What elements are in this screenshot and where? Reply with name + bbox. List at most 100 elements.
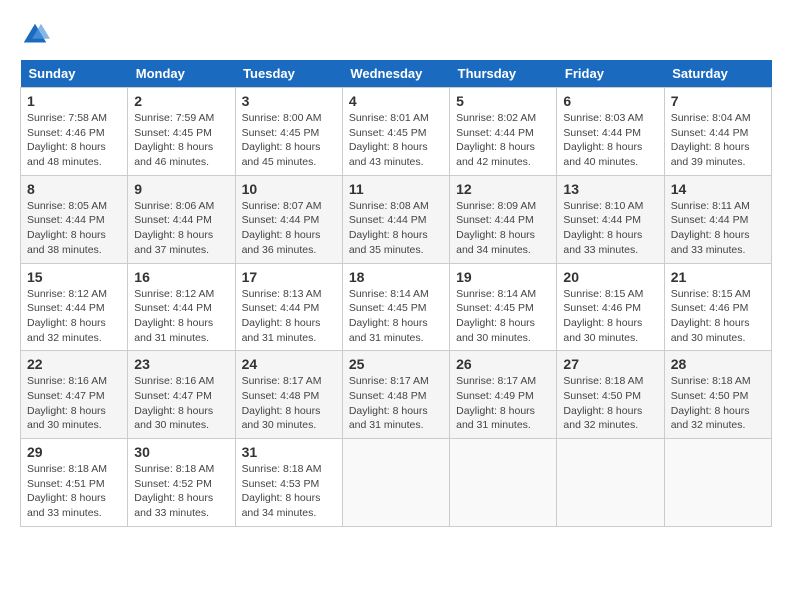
day-info: Sunrise: 8:04 AM Sunset: 4:44 PM Dayligh… <box>671 111 765 170</box>
calendar-cell: 29 Sunrise: 8:18 AM Sunset: 4:51 PM Dayl… <box>21 439 128 527</box>
day-info: Sunrise: 8:17 AM Sunset: 4:48 PM Dayligh… <box>242 374 336 433</box>
calendar-cell: 17 Sunrise: 8:13 AM Sunset: 4:44 PM Dayl… <box>235 263 342 351</box>
logo-icon <box>20 20 50 50</box>
calendar-cell: 7 Sunrise: 8:04 AM Sunset: 4:44 PM Dayli… <box>664 88 771 176</box>
day-number: 9 <box>134 181 228 197</box>
day-info: Sunrise: 8:16 AM Sunset: 4:47 PM Dayligh… <box>27 374 121 433</box>
day-info: Sunrise: 8:11 AM Sunset: 4:44 PM Dayligh… <box>671 199 765 258</box>
day-number: 20 <box>563 269 657 285</box>
calendar-cell: 2 Sunrise: 7:59 AM Sunset: 4:45 PM Dayli… <box>128 88 235 176</box>
day-info: Sunrise: 8:17 AM Sunset: 4:48 PM Dayligh… <box>349 374 443 433</box>
day-number: 16 <box>134 269 228 285</box>
day-info: Sunrise: 8:09 AM Sunset: 4:44 PM Dayligh… <box>456 199 550 258</box>
weekday-header-thursday: Thursday <box>450 60 557 88</box>
day-info: Sunrise: 8:12 AM Sunset: 4:44 PM Dayligh… <box>27 287 121 346</box>
day-info: Sunrise: 8:18 AM Sunset: 4:51 PM Dayligh… <box>27 462 121 521</box>
day-number: 21 <box>671 269 765 285</box>
calendar-cell: 28 Sunrise: 8:18 AM Sunset: 4:50 PM Dayl… <box>664 351 771 439</box>
calendar-cell <box>450 439 557 527</box>
day-number: 27 <box>563 356 657 372</box>
calendar-cell: 23 Sunrise: 8:16 AM Sunset: 4:47 PM Dayl… <box>128 351 235 439</box>
weekday-header-friday: Friday <box>557 60 664 88</box>
day-info: Sunrise: 8:07 AM Sunset: 4:44 PM Dayligh… <box>242 199 336 258</box>
day-number: 13 <box>563 181 657 197</box>
day-info: Sunrise: 8:18 AM Sunset: 4:53 PM Dayligh… <box>242 462 336 521</box>
calendar-cell: 13 Sunrise: 8:10 AM Sunset: 4:44 PM Dayl… <box>557 175 664 263</box>
day-number: 12 <box>456 181 550 197</box>
day-number: 4 <box>349 93 443 109</box>
day-info: Sunrise: 8:16 AM Sunset: 4:47 PM Dayligh… <box>134 374 228 433</box>
day-number: 7 <box>671 93 765 109</box>
logo <box>20 20 54 50</box>
day-number: 10 <box>242 181 336 197</box>
calendar-cell: 6 Sunrise: 8:03 AM Sunset: 4:44 PM Dayli… <box>557 88 664 176</box>
day-info: Sunrise: 8:18 AM Sunset: 4:50 PM Dayligh… <box>563 374 657 433</box>
calendar-cell: 12 Sunrise: 8:09 AM Sunset: 4:44 PM Dayl… <box>450 175 557 263</box>
calendar-cell: 30 Sunrise: 8:18 AM Sunset: 4:52 PM Dayl… <box>128 439 235 527</box>
calendar-cell: 10 Sunrise: 8:07 AM Sunset: 4:44 PM Dayl… <box>235 175 342 263</box>
calendar-cell: 4 Sunrise: 8:01 AM Sunset: 4:45 PM Dayli… <box>342 88 449 176</box>
day-number: 2 <box>134 93 228 109</box>
day-number: 23 <box>134 356 228 372</box>
weekday-header-sunday: Sunday <box>21 60 128 88</box>
calendar-cell: 9 Sunrise: 8:06 AM Sunset: 4:44 PM Dayli… <box>128 175 235 263</box>
day-number: 24 <box>242 356 336 372</box>
day-number: 29 <box>27 444 121 460</box>
day-number: 8 <box>27 181 121 197</box>
calendar-cell: 18 Sunrise: 8:14 AM Sunset: 4:45 PM Dayl… <box>342 263 449 351</box>
day-number: 15 <box>27 269 121 285</box>
weekday-header-wednesday: Wednesday <box>342 60 449 88</box>
day-info: Sunrise: 8:17 AM Sunset: 4:49 PM Dayligh… <box>456 374 550 433</box>
calendar-cell: 22 Sunrise: 8:16 AM Sunset: 4:47 PM Dayl… <box>21 351 128 439</box>
calendar-cell: 26 Sunrise: 8:17 AM Sunset: 4:49 PM Dayl… <box>450 351 557 439</box>
day-info: Sunrise: 8:06 AM Sunset: 4:44 PM Dayligh… <box>134 199 228 258</box>
calendar-cell: 16 Sunrise: 8:12 AM Sunset: 4:44 PM Dayl… <box>128 263 235 351</box>
day-info: Sunrise: 8:13 AM Sunset: 4:44 PM Dayligh… <box>242 287 336 346</box>
weekday-header-saturday: Saturday <box>664 60 771 88</box>
calendar-cell: 8 Sunrise: 8:05 AM Sunset: 4:44 PM Dayli… <box>21 175 128 263</box>
day-info: Sunrise: 8:05 AM Sunset: 4:44 PM Dayligh… <box>27 199 121 258</box>
calendar-cell: 15 Sunrise: 8:12 AM Sunset: 4:44 PM Dayl… <box>21 263 128 351</box>
day-info: Sunrise: 8:18 AM Sunset: 4:50 PM Dayligh… <box>671 374 765 433</box>
day-number: 31 <box>242 444 336 460</box>
day-info: Sunrise: 8:14 AM Sunset: 4:45 PM Dayligh… <box>349 287 443 346</box>
day-info: Sunrise: 8:15 AM Sunset: 4:46 PM Dayligh… <box>563 287 657 346</box>
day-info: Sunrise: 8:03 AM Sunset: 4:44 PM Dayligh… <box>563 111 657 170</box>
day-number: 1 <box>27 93 121 109</box>
day-number: 17 <box>242 269 336 285</box>
calendar-cell <box>664 439 771 527</box>
calendar-cell <box>557 439 664 527</box>
calendar-cell: 27 Sunrise: 8:18 AM Sunset: 4:50 PM Dayl… <box>557 351 664 439</box>
day-info: Sunrise: 8:01 AM Sunset: 4:45 PM Dayligh… <box>349 111 443 170</box>
calendar-cell: 24 Sunrise: 8:17 AM Sunset: 4:48 PM Dayl… <box>235 351 342 439</box>
day-info: Sunrise: 7:58 AM Sunset: 4:46 PM Dayligh… <box>27 111 121 170</box>
day-number: 22 <box>27 356 121 372</box>
calendar-cell: 3 Sunrise: 8:00 AM Sunset: 4:45 PM Dayli… <box>235 88 342 176</box>
day-number: 26 <box>456 356 550 372</box>
day-number: 5 <box>456 93 550 109</box>
day-info: Sunrise: 8:14 AM Sunset: 4:45 PM Dayligh… <box>456 287 550 346</box>
day-number: 19 <box>456 269 550 285</box>
calendar-cell: 19 Sunrise: 8:14 AM Sunset: 4:45 PM Dayl… <box>450 263 557 351</box>
day-number: 18 <box>349 269 443 285</box>
day-info: Sunrise: 8:10 AM Sunset: 4:44 PM Dayligh… <box>563 199 657 258</box>
day-info: Sunrise: 7:59 AM Sunset: 4:45 PM Dayligh… <box>134 111 228 170</box>
calendar-cell: 25 Sunrise: 8:17 AM Sunset: 4:48 PM Dayl… <box>342 351 449 439</box>
calendar-cell: 31 Sunrise: 8:18 AM Sunset: 4:53 PM Dayl… <box>235 439 342 527</box>
calendar-cell <box>342 439 449 527</box>
day-info: Sunrise: 8:15 AM Sunset: 4:46 PM Dayligh… <box>671 287 765 346</box>
calendar-cell: 20 Sunrise: 8:15 AM Sunset: 4:46 PM Dayl… <box>557 263 664 351</box>
day-info: Sunrise: 8:18 AM Sunset: 4:52 PM Dayligh… <box>134 462 228 521</box>
calendar-cell: 21 Sunrise: 8:15 AM Sunset: 4:46 PM Dayl… <box>664 263 771 351</box>
page-header <box>20 20 772 50</box>
day-number: 3 <box>242 93 336 109</box>
day-number: 25 <box>349 356 443 372</box>
day-number: 30 <box>134 444 228 460</box>
day-info: Sunrise: 8:08 AM Sunset: 4:44 PM Dayligh… <box>349 199 443 258</box>
day-number: 28 <box>671 356 765 372</box>
day-number: 14 <box>671 181 765 197</box>
weekday-header-monday: Monday <box>128 60 235 88</box>
day-info: Sunrise: 8:12 AM Sunset: 4:44 PM Dayligh… <box>134 287 228 346</box>
day-number: 11 <box>349 181 443 197</box>
calendar-cell: 11 Sunrise: 8:08 AM Sunset: 4:44 PM Dayl… <box>342 175 449 263</box>
